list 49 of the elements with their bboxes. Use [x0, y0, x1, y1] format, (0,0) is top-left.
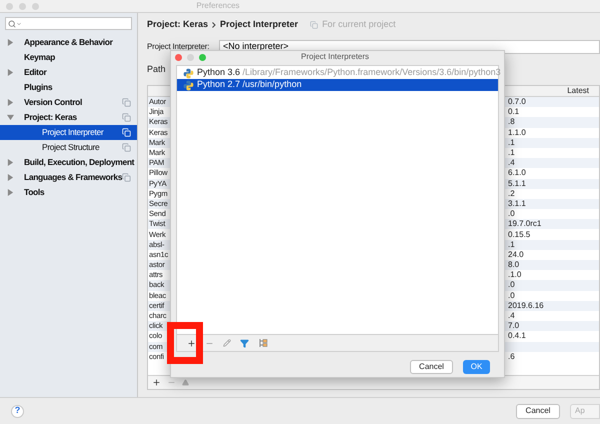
scope-note: For current project: [322, 18, 396, 32]
breadcrumb-parent[interactable]: Project: Keras: [147, 18, 208, 32]
field-label: Path: [147, 64, 166, 74]
cancel-button[interactable]: Cancel: [410, 360, 453, 374]
breadcrumb-current: Project Interpreter: [220, 18, 298, 32]
table-cell-text: 8.0: [507, 260, 520, 270]
table-cell-text: 0.7.0: [507, 97, 527, 108]
sidebar-item[interactable]: Build, Execution, Deployment: [0, 155, 137, 170]
table-cell-text: 0.15.5: [507, 230, 532, 240]
table-cell-text: .4: [507, 158, 516, 168]
field-label: Project Interpreter:: [147, 41, 210, 53]
interpreter-item[interactable]: Python 2.7 /usr/bin/python: [177, 79, 498, 91]
table-cell-text: 3.1.1: [507, 198, 527, 209]
sidebar-item[interactable]: Keymap: [0, 50, 137, 65]
sidebar-item[interactable]: Editor: [0, 65, 137, 80]
table-cell-text: .1: [507, 148, 516, 158]
table-cell-text: .0: [507, 209, 516, 220]
table-cell-text: .2: [507, 188, 516, 199]
table-cell-text: 0.1: [507, 107, 520, 118]
sidebar-item[interactable]: Version Control: [0, 95, 137, 110]
table-cell-text: .1.0: [507, 270, 522, 280]
sidebar-item[interactable]: Project: Keras: [0, 110, 137, 125]
column-header[interactable]: Latest: [567, 85, 589, 97]
table-cell-text: 7.0: [507, 321, 520, 332]
window-title: Preferences: [195, 0, 241, 12]
table-cell-text: .0: [507, 280, 516, 290]
table-cell-text: .6: [507, 352, 516, 362]
table-cell-text: 1.1.0: [507, 128, 527, 138]
table-cell-text: .0: [507, 290, 516, 301]
table-cell-text: .1: [507, 138, 516, 148]
interpreter-item[interactable]: Python 3.6 /Library/Frameworks/Python.framework/Versions/3.6/bin/python3: [177, 67, 498, 79]
help-button[interactable]: ?: [11, 404, 24, 418]
table-cell-text: 5.1.1: [507, 178, 527, 189]
table-cell-text: 19.7.0rc1: [507, 219, 542, 230]
table-cell-text: 2019.6.16: [507, 300, 545, 311]
cancel-button[interactable]: Cancel: [516, 404, 560, 418]
sidebar-item[interactable]: Appearance & Behavior: [0, 35, 137, 50]
table-cell-text: 0.4.1: [507, 331, 527, 342]
sidebar-item[interactable]: Plugins: [0, 80, 137, 95]
table-cell-text: 6.1.0: [507, 168, 527, 178]
sidebar-item[interactable]: Languages & Frameworks: [0, 170, 137, 185]
table-cell-text: .1: [507, 240, 516, 250]
table-cell-text: 24.0: [507, 250, 525, 260]
sidebar-item[interactable]: Project Structure: [0, 140, 137, 155]
sidebar-item[interactable]: Tools: [0, 185, 137, 200]
table-cell-text: .4: [507, 311, 516, 322]
table-cell-text: .8: [507, 117, 516, 128]
sidebar-item[interactable]: Project Interpreter: [0, 125, 137, 140]
dialog-title: Project Interpreters: [301, 51, 370, 63]
